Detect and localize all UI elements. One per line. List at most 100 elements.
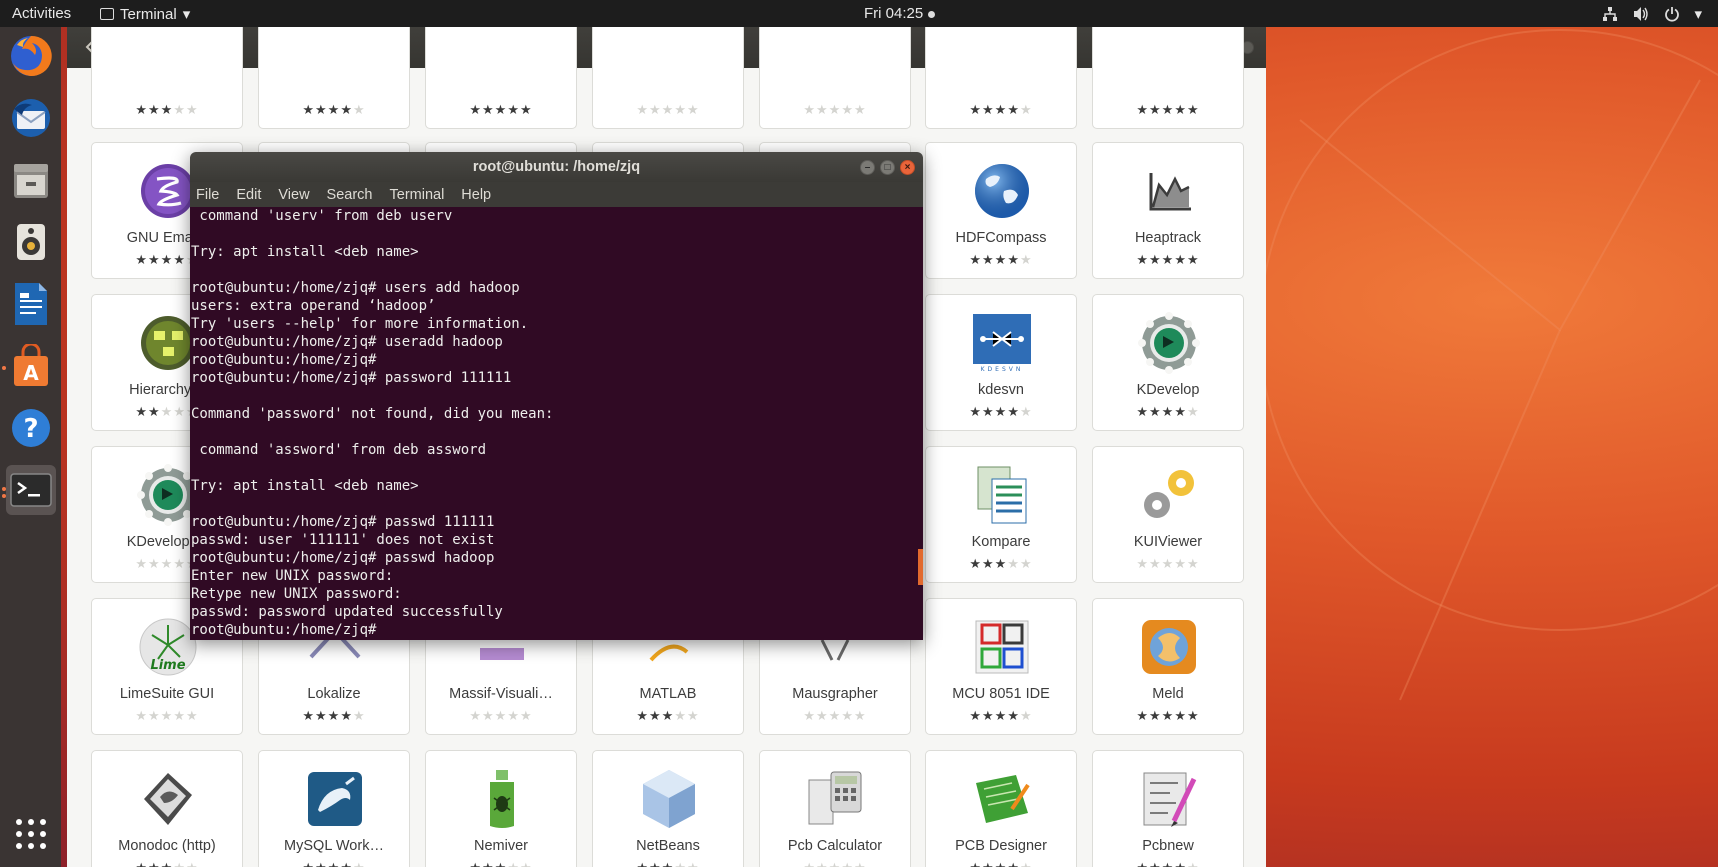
minimize-button[interactable]: – [860,160,875,175]
app-tile[interactable]: ★★★★★ [91,27,243,129]
star-icon: ★ [173,556,186,571]
app-name: MATLAB [639,686,697,702]
dock-software[interactable]: A [6,341,56,391]
terminal-line: root@ubuntu:/home/zjq# [191,622,385,638]
system-tray[interactable]: ▾ [1602,5,1702,23]
menu-edit[interactable]: Edit [236,187,261,203]
app-tile[interactable]: ★★★★★ [1092,27,1244,129]
app-tile[interactable]: MySQL Work…★★★★★ [258,750,410,867]
app-tile[interactable]: ★★★★★ [925,27,1077,129]
star-icon: ★ [1162,860,1175,867]
app-tile[interactable]: KDevelop ★★★★★ [1092,294,1244,431]
star-icon: ★ [1007,860,1020,867]
star-icon: ★ [135,860,148,867]
maximize-button[interactable]: □ [880,160,895,175]
menu-terminal[interactable]: Terminal [390,187,445,203]
app-tile[interactable]: Heaptrack ★★★★★ [1092,142,1244,279]
star-icon: ★ [352,708,366,723]
terminal-output[interactable]: command 'userv' from deb userv Try: apt i… [190,207,923,640]
dock-writer[interactable] [6,279,56,329]
star-icon: ★ [994,404,1008,419]
star-icon: ★ [327,708,341,723]
app-tile[interactable]: Meld ★★★★★ [1092,598,1244,735]
app-tile[interactable]: ★★★★★ [425,27,577,129]
dock-help[interactable]: ? [6,403,56,453]
star-icon: ★ [686,102,700,117]
terminal-titlebar[interactable]: root@ubuntu: /home/zjq – □ × [190,152,923,182]
app-tile[interactable]: Nemiver★★★★★ [425,750,577,867]
activities-button[interactable]: Activities [12,5,71,22]
svg-text:KDESVN: KDESVN [981,366,1024,372]
star-icon: ★ [340,860,353,867]
terminal-icon [100,8,114,20]
star-icon: ★ [315,102,328,117]
terminal-window: root@ubuntu: /home/zjq – □ × File Edit V… [190,152,923,640]
app-tile[interactable]: ★★★★★ [592,27,744,129]
star-icon: ★ [1149,404,1162,419]
app-name: Pcbnew [1142,838,1194,854]
pcbnew-icon [1137,767,1201,831]
dock-thunderbird[interactable] [6,93,56,143]
star-icon: ★ [1149,708,1162,723]
app-tile[interactable]: ★★★★★ [258,27,410,129]
star-icon: ★ [1007,404,1020,419]
dock-files[interactable] [6,155,56,205]
star-icon: ★ [969,860,982,867]
star-icon: ★ [302,102,316,117]
kompare-icon [970,463,1034,527]
star-icon: ★ [649,860,662,867]
rhythmbox-icon [17,224,45,260]
dock: A ? [0,27,61,867]
terminal-scrollbar[interactable] [918,549,923,585]
app-tile[interactable]: Kompare ★★★★★ [925,446,1077,583]
app-tile[interactable]: NetBeans★★★★★ [592,750,744,867]
star-icon: ★ [148,556,161,571]
star-icon: ★ [674,102,687,117]
dock-terminal[interactable] [6,465,56,515]
app-menu[interactable]: Terminal ▾ [100,5,190,23]
app-tile[interactable]: Pcbnew★★★★★ [1092,750,1244,867]
star-icon: ★ [494,102,508,117]
menu-help[interactable]: Help [461,187,491,203]
netbeans-icon [637,767,701,831]
star-icon: ★ [469,102,483,117]
terminal-line: root@ubuntu:/home/zjq# users add hadoop [191,280,520,296]
app-tile[interactable]: KDESVN kdesvn ★★★★★ [925,294,1077,431]
star-rating: ★★★★★ [259,708,409,724]
clock[interactable]: Fri 04:25 [864,5,936,22]
app-name: HDFCompass [955,230,1047,246]
star-icon: ★ [969,556,983,571]
app-name: Kompare [971,534,1031,550]
star-icon: ★ [854,860,867,867]
menu-view[interactable]: View [278,187,309,203]
app-tile[interactable]: MCU 8051 IDE ★★★★★ [925,598,1077,735]
kdevelop-icon [1137,311,1201,375]
star-icon: ★ [828,708,842,723]
star-icon: ★ [469,708,483,723]
app-tile[interactable]: HDFCompass ★★★★★ [925,142,1077,279]
globe-icon [970,159,1034,223]
close-button[interactable]: × [900,160,915,175]
star-icon: ★ [1019,252,1033,267]
star-rating: ★★★★★ [426,860,576,867]
app-tile[interactable]: KUIViewer ★★★★★ [1092,446,1244,583]
app-tile[interactable]: Pcb Calculator★★★★★ [759,750,911,867]
star-icon: ★ [1161,404,1175,419]
star-rating: ★★★★★ [1093,556,1243,572]
dock-show-applications[interactable] [6,809,56,859]
app-tile[interactable]: ★★★★★ [759,27,911,129]
gears-icon [1137,463,1201,527]
star-icon: ★ [1019,708,1033,723]
dock-firefox[interactable] [6,31,56,81]
menu-file[interactable]: File [196,187,219,203]
menu-search[interactable]: Search [327,187,373,203]
app-tile[interactable]: Monodoc (http)★★★★★ [91,750,243,867]
app-tile[interactable]: PCB Designer★★★★★ [925,750,1077,867]
nemiver-icon [470,767,534,831]
dock-rhythmbox[interactable] [6,217,56,267]
volume-icon [1632,6,1650,22]
star-icon: ★ [1019,556,1033,571]
mcu-icon [970,615,1034,679]
